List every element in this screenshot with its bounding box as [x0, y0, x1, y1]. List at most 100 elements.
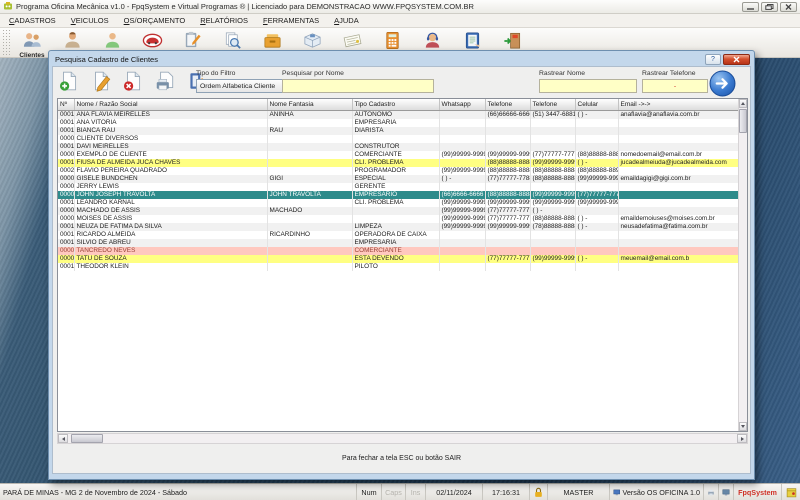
table-row[interactable]: 00008MOISES DE ASSIS (99)99999-9999(77)77… [58, 214, 739, 223]
cell-email: meuemail@email.com.b [618, 254, 739, 263]
vertical-scrollbar[interactable] [738, 99, 747, 431]
close-icon [785, 3, 792, 10]
column-header[interactable]: Celular [575, 99, 619, 111]
print-button[interactable] [152, 69, 178, 96]
add-record-button[interactable] [56, 69, 82, 96]
minimize-button[interactable] [742, 1, 759, 12]
search-go-button[interactable] [709, 70, 736, 97]
search-name-input[interactable] [282, 79, 434, 93]
status-num: Num [357, 484, 382, 500]
table-row[interactable]: 00007JOHN JOSEPH TRAVOLTAJOHN TRAVOLTAEM… [58, 190, 739, 199]
track-phone-input[interactable] [642, 79, 708, 93]
table-row[interactable]: 00013FIUSA DE ALMEIDA JUCA CHAVES CLI. PR… [58, 158, 739, 167]
table-row[interactable]: 00001CLIENTE DIVERSOS [58, 134, 739, 143]
cell-tel2: (88)88888-8888 [530, 214, 576, 223]
close-x-icon [733, 56, 740, 62]
scroll-left-button[interactable] [58, 434, 68, 443]
cell-tel1: (99)99999-9999 [485, 222, 531, 231]
table-row[interactable]: 00019THEODOR KLEIN PILOTO [58, 262, 739, 271]
track-name-input[interactable] [539, 79, 637, 93]
menu-veiculos[interactable]: VEICULOS [71, 16, 109, 25]
cell-whatsapp [439, 246, 486, 255]
column-header[interactable]: Nome / Razão Social [74, 99, 268, 111]
table-row[interactable]: 00003GISELE BUNDCHENGIGIESPECIAL( ) -(77… [58, 174, 739, 183]
window-title: Programa Oficina Mecânica v1.0 - FpqSyst… [16, 2, 474, 11]
cell-tel1: (88)88888-8888 [485, 190, 531, 199]
cell-whatsapp [439, 126, 486, 135]
status-location: PARÁ DE MINAS - MG 2 de Novembro de 2024… [0, 484, 357, 500]
dialog-help-button[interactable]: ? [705, 53, 721, 65]
cell-n: 00006 [58, 182, 75, 191]
table-row[interactable]: 00004MACHADO DE ASSISMACHADO (99)99999-99… [58, 206, 739, 215]
column-header[interactable]: Telefone [485, 99, 531, 111]
filter-type-value: Ordem Alfabetica Cliente [200, 82, 276, 90]
cell-fantasia [267, 262, 353, 271]
column-header[interactable]: Email ->-> [618, 99, 739, 111]
toolbar-button-clientes[interactable]: Clientes [12, 28, 52, 59]
scroll-right-button[interactable] [737, 434, 747, 443]
menu-ajuda[interactable]: AJUDA [334, 16, 359, 25]
column-header[interactable]: Nº [58, 99, 75, 111]
menu-cadastros[interactable]: CADASTROS [9, 16, 56, 25]
table-row[interactable]: 00020FLAVIO PEREIRA QUADRADOPROGRAMADOR(… [58, 166, 739, 175]
close-button[interactable] [780, 1, 797, 12]
cell-n: 00020 [58, 166, 75, 175]
printer-icon[interactable] [704, 484, 719, 500]
table-row[interactable]: 00009TATU DE SOUZA ESTA DEVENDO (77)77777-… [58, 254, 739, 263]
menu-relat-rios[interactable]: RELATÓRIOS [200, 16, 248, 25]
track-phone-label: Rastrear Telefone [642, 70, 696, 77]
menu-ferramentas[interactable]: FERRAMENTAS [263, 16, 319, 25]
cell-tel1 [485, 230, 531, 239]
table-row[interactable]: 00006JERRY LEWIS GERENTE [58, 182, 739, 191]
column-header[interactable]: Nome Fantasia [267, 99, 353, 111]
cell-whatsapp: (99)99999-9999 [439, 214, 486, 223]
cell-tel1: (66)66666-6666 [485, 110, 531, 119]
table-row[interactable]: 00017ANA VITORIA EMPRESARIA [58, 118, 739, 127]
toolbar-grip[interactable] [2, 29, 10, 57]
cell-tel1 [485, 142, 531, 151]
vertical-scroll-thumb[interactable] [739, 109, 747, 133]
cell-email [618, 206, 739, 215]
table-row[interactable]: 00018DAVI MEIRELLES CONSTRUTOR [58, 142, 739, 151]
edit-record-button[interactable] [88, 69, 114, 96]
horizontal-scroll-thumb[interactable] [71, 434, 103, 443]
cell-whatsapp [439, 134, 486, 143]
scroll-down-button[interactable] [739, 422, 747, 431]
table-row[interactable]: 00010RICARDO ALMEIDARICARDINHOOPERADORA … [58, 230, 739, 239]
dialog-toolbar [56, 69, 210, 96]
table-header-row: Nº Nome / Razão Social Nome Fantasia Tipo C… [58, 99, 739, 111]
cell-tipo: COMERCIANTE [352, 246, 440, 255]
cell-tel2 [530, 126, 576, 135]
cell-tel2 [530, 246, 576, 255]
calendar-icon[interactable] [782, 484, 800, 500]
table-row[interactable]: 00005TANCREDO NEVES COMERCIANTE [58, 246, 739, 255]
table-row[interactable]: 00011LEANDRO KARNALCLI. PROBLEMA(99)9999… [58, 198, 739, 207]
cell-nome: MACHADO DE ASSIS [74, 206, 268, 215]
dialog-titlebar[interactable]: Pesquisa Cadastro de Clientes ? [52, 51, 751, 66]
cell-n: 00018 [58, 142, 75, 151]
dialog-body: Tipo do Filtro Ordem Alfabetica Cliente … [52, 66, 751, 474]
horizontal-scrollbar[interactable] [57, 433, 748, 444]
column-header[interactable]: Whatsapp [439, 99, 486, 111]
lock-icon [530, 484, 548, 500]
table-row[interactable]: 00016BIANCA RAURAUDIARISTA [58, 126, 739, 135]
menu-os-or-amento[interactable]: OS/ORÇAMENTO [124, 16, 186, 25]
table-row[interactable]: 00002EXEMPLO DE CLIENTECOMERCIANTE(99)99… [58, 150, 739, 159]
table-row[interactable]: 00012SILVIO DE ABREU EMPRESARIA [58, 238, 739, 247]
table-row[interactable]: 00014ANA FLAVIA MEIRELLESANINHAAUTONOMO (… [58, 110, 739, 119]
table-row[interactable]: 00015NEUZA DE FATIMA DA SILVALIMPEZA(99)… [58, 222, 739, 231]
edit-icon [95, 71, 111, 92]
cell-nome: CLIENTE DIVERSOS [74, 134, 268, 143]
column-header[interactable]: Telefone [530, 99, 576, 111]
network-icon[interactable] [719, 484, 734, 500]
delete-record-button[interactable] [120, 69, 146, 96]
scroll-up-button[interactable] [739, 99, 747, 108]
cell-celular: ( ) - [575, 214, 619, 223]
cell-fantasia: GIGI [267, 174, 353, 183]
status-version: Versão OS OFICINA 1.0 [610, 484, 704, 500]
cell-email [618, 126, 739, 135]
cell-whatsapp: (99)99999-9999 [439, 166, 486, 175]
dialog-close-button[interactable] [723, 53, 750, 65]
column-header[interactable]: Tipo Cadastro [352, 99, 440, 111]
restore-button[interactable] [761, 1, 778, 12]
